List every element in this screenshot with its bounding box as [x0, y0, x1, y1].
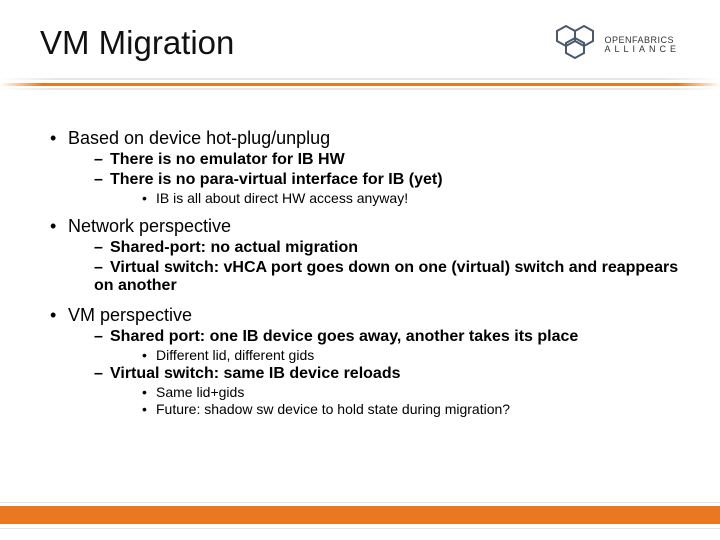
- bullet-level-2: •IB is all about direct HW access anyway…: [142, 190, 680, 206]
- logo-text: OPENFABRICS ALLIANCE: [604, 36, 680, 54]
- hex-logo-icon: [554, 24, 598, 65]
- bullet-dot-icon: •: [50, 216, 68, 237]
- bullet-dash-icon: –: [94, 328, 110, 346]
- bullet-dot-icon: •: [142, 347, 156, 363]
- logo-label-bottom: ALLIANCE: [604, 45, 680, 54]
- bullet-level-0: •Based on device hot-plug/unplug: [50, 128, 680, 149]
- bullet-level-1: –There is no emulator for IB HW: [94, 151, 680, 169]
- bullet-text: There is no para-virtual interface for I…: [110, 171, 443, 188]
- bullet-dash-icon: –: [94, 171, 110, 189]
- bullet-dot-icon: •: [142, 190, 156, 206]
- bullet-level-1: –There is no para-virtual interface for …: [94, 171, 680, 189]
- logo: OPENFABRICS ALLIANCE: [554, 24, 680, 65]
- slide: VM Migration OPENFABRICS ALLIANCE •Based…: [0, 0, 720, 540]
- bullet-text: Shared port: one IB device goes away, an…: [110, 328, 578, 345]
- slide-body: •Based on device hot-plug/unplug–There i…: [50, 118, 680, 417]
- bullet-dot-icon: •: [142, 401, 156, 417]
- footer-bar: [0, 506, 720, 524]
- bullet-text: Shared-port: no actual migration: [110, 239, 358, 256]
- header: VM Migration OPENFABRICS ALLIANCE: [0, 24, 720, 65]
- bullet-text: Based on device hot-plug/unplug: [68, 128, 330, 148]
- bullet-level-1: –Virtual switch: vHCA port goes down on …: [94, 259, 680, 295]
- bullet-dash-icon: –: [94, 259, 110, 277]
- bullet-level-2: •Different lid, different gids: [142, 347, 680, 363]
- bullet-dot-icon: •: [50, 128, 68, 149]
- bullet-level-1: –Shared port: one IB device goes away, a…: [94, 328, 680, 346]
- bullet-text: Different lid, different gids: [156, 347, 314, 363]
- bullet-level-0: •VM perspective: [50, 305, 680, 326]
- bullet-level-1: –Virtual switch: same IB device reloads: [94, 365, 680, 383]
- bullet-level-2: •Same lid+gids: [142, 384, 680, 400]
- bullet-dot-icon: •: [142, 384, 156, 400]
- bullet-dash-icon: –: [94, 239, 110, 257]
- bullet-dash-icon: –: [94, 151, 110, 169]
- bullet-text: There is no emulator for IB HW: [110, 151, 345, 168]
- title-divider: [0, 78, 720, 86]
- bullet-level-1: –Shared-port: no actual migration: [94, 239, 680, 257]
- bullet-text: Same lid+gids: [156, 384, 244, 400]
- bullet-dash-icon: –: [94, 365, 110, 383]
- bullet-text: Future: shadow sw device to hold state d…: [156, 401, 510, 417]
- bullet-text: Virtual switch: vHCA port goes down on o…: [94, 259, 678, 294]
- slide-title: VM Migration: [40, 24, 234, 62]
- bullet-level-2: •Future: shadow sw device to hold state …: [142, 401, 680, 417]
- bullet-text: Network perspective: [68, 216, 231, 236]
- bullet-dot-icon: •: [50, 305, 68, 326]
- bullet-level-0: •Network perspective: [50, 216, 680, 237]
- bullet-text: Virtual switch: same IB device reloads: [110, 365, 401, 382]
- bullet-text: VM perspective: [68, 305, 192, 325]
- bullet-text: IB is all about direct HW access anyway!: [156, 190, 408, 206]
